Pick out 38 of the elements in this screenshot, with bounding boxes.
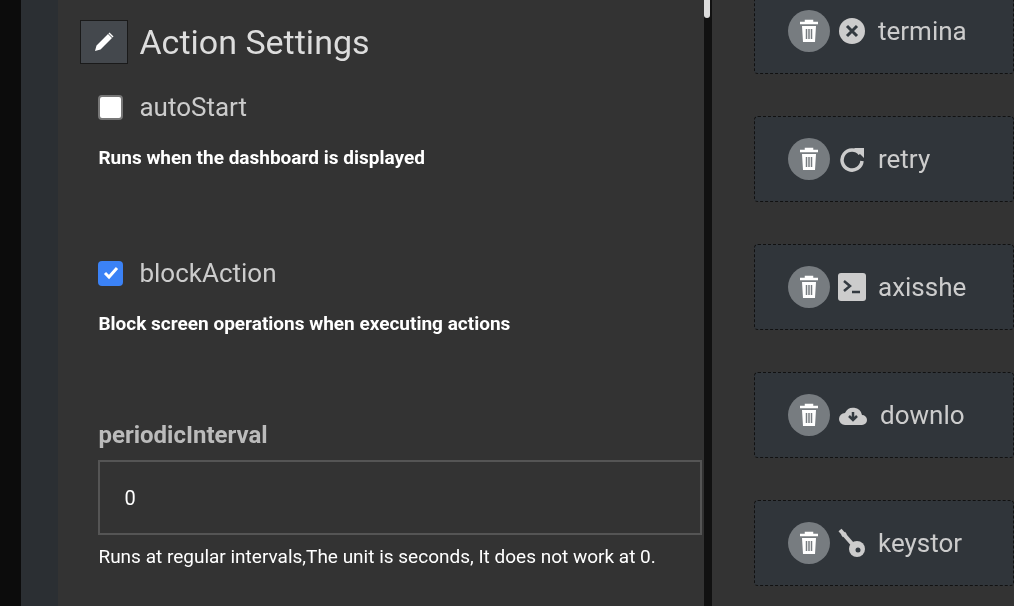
field-description: Runs at regular intervals,The unit is seconds, It does not work at 0. [98,545,657,569]
terminal-icon [838,273,866,301]
trash-icon [799,147,819,171]
field-label: periodicInterval [98,420,269,450]
action-label: keystor [878,526,963,560]
trash-icon [799,275,819,299]
action-card[interactable]: axisshe [754,244,1014,330]
checkbox-label: autoStart [139,90,248,124]
action-label: downlo [880,398,965,432]
checkbox[interactable] [98,260,124,286]
action-card[interactable]: keystor [754,500,1014,586]
action-label: retry [878,142,931,176]
input-field[interactable]: 0 [98,460,703,535]
delete-button[interactable] [788,138,830,180]
delete-button[interactable] [788,394,830,436]
option-description: Runs when the dashboard is displayed [98,146,426,170]
action-card[interactable]: termina [754,0,1014,74]
section-title: Action Settings [139,25,370,59]
action-label: axisshe [878,270,967,304]
checkbox[interactable] [98,94,124,120]
scrollbar-thumb[interactable] [704,0,711,18]
trash-icon [799,531,819,555]
pencil-icon [92,30,117,54]
option-description: Block screen operations when executing actions [98,312,512,336]
action-card[interactable]: retry [754,116,1014,202]
delete-button[interactable] [788,266,830,308]
trash-icon [799,403,819,427]
trash-icon [799,19,819,43]
close-icon [838,17,866,45]
action-label: termina [878,14,967,48]
checkbox-label: blockAction [139,256,277,290]
refresh-icon [838,145,866,173]
delete-button[interactable] [788,10,830,52]
action-card[interactable]: downlo [754,372,1014,458]
edit-button[interactable] [80,20,129,64]
delete-button[interactable] [788,522,830,564]
checkmark-icon [101,264,120,282]
key-icon [838,528,866,558]
